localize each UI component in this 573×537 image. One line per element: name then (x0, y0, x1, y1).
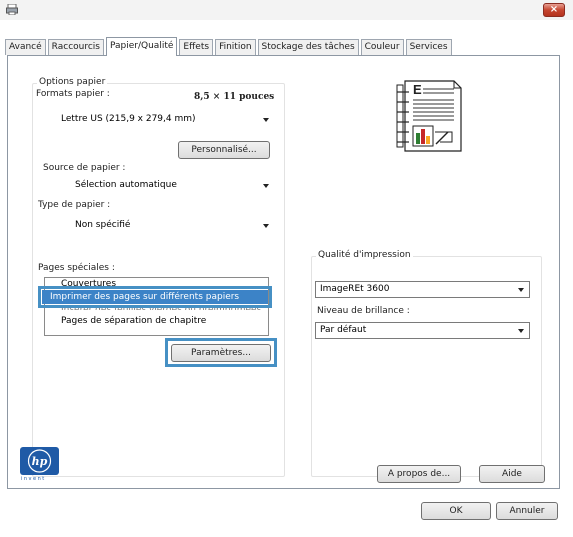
tab-color[interactable]: Couleur (360, 39, 404, 55)
svg-text:E: E (413, 82, 422, 97)
tab-job-storage[interactable]: Stockage des tâches (257, 39, 359, 55)
settings-button[interactable]: Paramètres... (171, 344, 271, 362)
tab-services[interactable]: Services (405, 39, 452, 55)
tab-bar: Avancé Raccourcis Papier/Qualité Effets … (5, 37, 454, 56)
printer-icon (6, 4, 18, 15)
paper-source-label: Source de papier : (43, 163, 126, 173)
chevron-down-icon (518, 288, 524, 292)
paper-source-value: Sélection automatique (75, 180, 177, 190)
svg-text:hp: hp (32, 455, 48, 468)
gloss-level-select[interactable]: Par défaut (315, 322, 530, 339)
close-button[interactable]: × (543, 3, 565, 17)
gloss-level-value: Par défaut (320, 325, 367, 335)
about-button[interactable]: A propos de... (377, 465, 461, 483)
gloss-level-label: Niveau de brillance : (317, 306, 410, 316)
custom-size-button[interactable]: Personnalisé... (178, 141, 270, 159)
paper-source-select[interactable]: Sélection automatique (44, 177, 275, 194)
tab-panel: Options papier Formats papier : 8,5 × 11… (7, 55, 560, 489)
tab-effects[interactable]: Effets (179, 39, 214, 55)
paper-formats-size: 8,5 × 11 pouces (194, 92, 275, 102)
chevron-down-icon (263, 224, 269, 228)
tab-advanced[interactable]: Avancé (5, 39, 46, 55)
paper-type-value: Non spécifié (75, 220, 131, 230)
list-item[interactable]: Pages de séparation de chapitre (61, 316, 206, 326)
hp-tagline: invent (21, 476, 46, 482)
cancel-button[interactable]: Annuler (496, 502, 558, 520)
help-button[interactable]: Aide (479, 465, 545, 483)
paper-format-select[interactable]: Lettre US (215,9 x 279,4 mm) (44, 111, 275, 128)
chevron-down-icon (263, 184, 269, 188)
title-bar: × (0, 0, 573, 20)
document-preview-icon: E (396, 80, 462, 152)
tab-paper-quality[interactable]: Papier/Qualité (106, 37, 178, 56)
chevron-down-icon (518, 329, 524, 333)
print-quality-legend: Qualité d'impression (316, 250, 413, 260)
printer-properties-window: × Avancé Raccourcis Papier/Qualité Effet… (0, 0, 573, 537)
tab-shortcuts[interactable]: Raccourcis (47, 39, 104, 55)
ok-button[interactable]: OK (421, 502, 491, 520)
paper-options-legend: Options papier (37, 77, 108, 87)
tab-finishing[interactable]: Finition (215, 39, 256, 55)
special-pages-label: Pages spéciales : (38, 263, 115, 273)
list-item-selected[interactable]: Imprimer des pages sur différents papier… (42, 290, 268, 304)
paper-type-label: Type de papier : (38, 200, 111, 210)
paper-format-value: Lettre US (215,9 x 279,4 mm) (61, 114, 196, 124)
hp-logo: hp (20, 447, 59, 475)
paper-formats-label: Formats papier : (36, 89, 110, 99)
chevron-down-icon (263, 118, 269, 122)
print-quality-value: ImageREt 3600 (320, 284, 390, 294)
print-quality-select[interactable]: ImageREt 3600 (315, 281, 530, 298)
hp-logo-icon: hp (27, 449, 52, 473)
paper-type-select[interactable]: Non spécifié (44, 217, 275, 234)
